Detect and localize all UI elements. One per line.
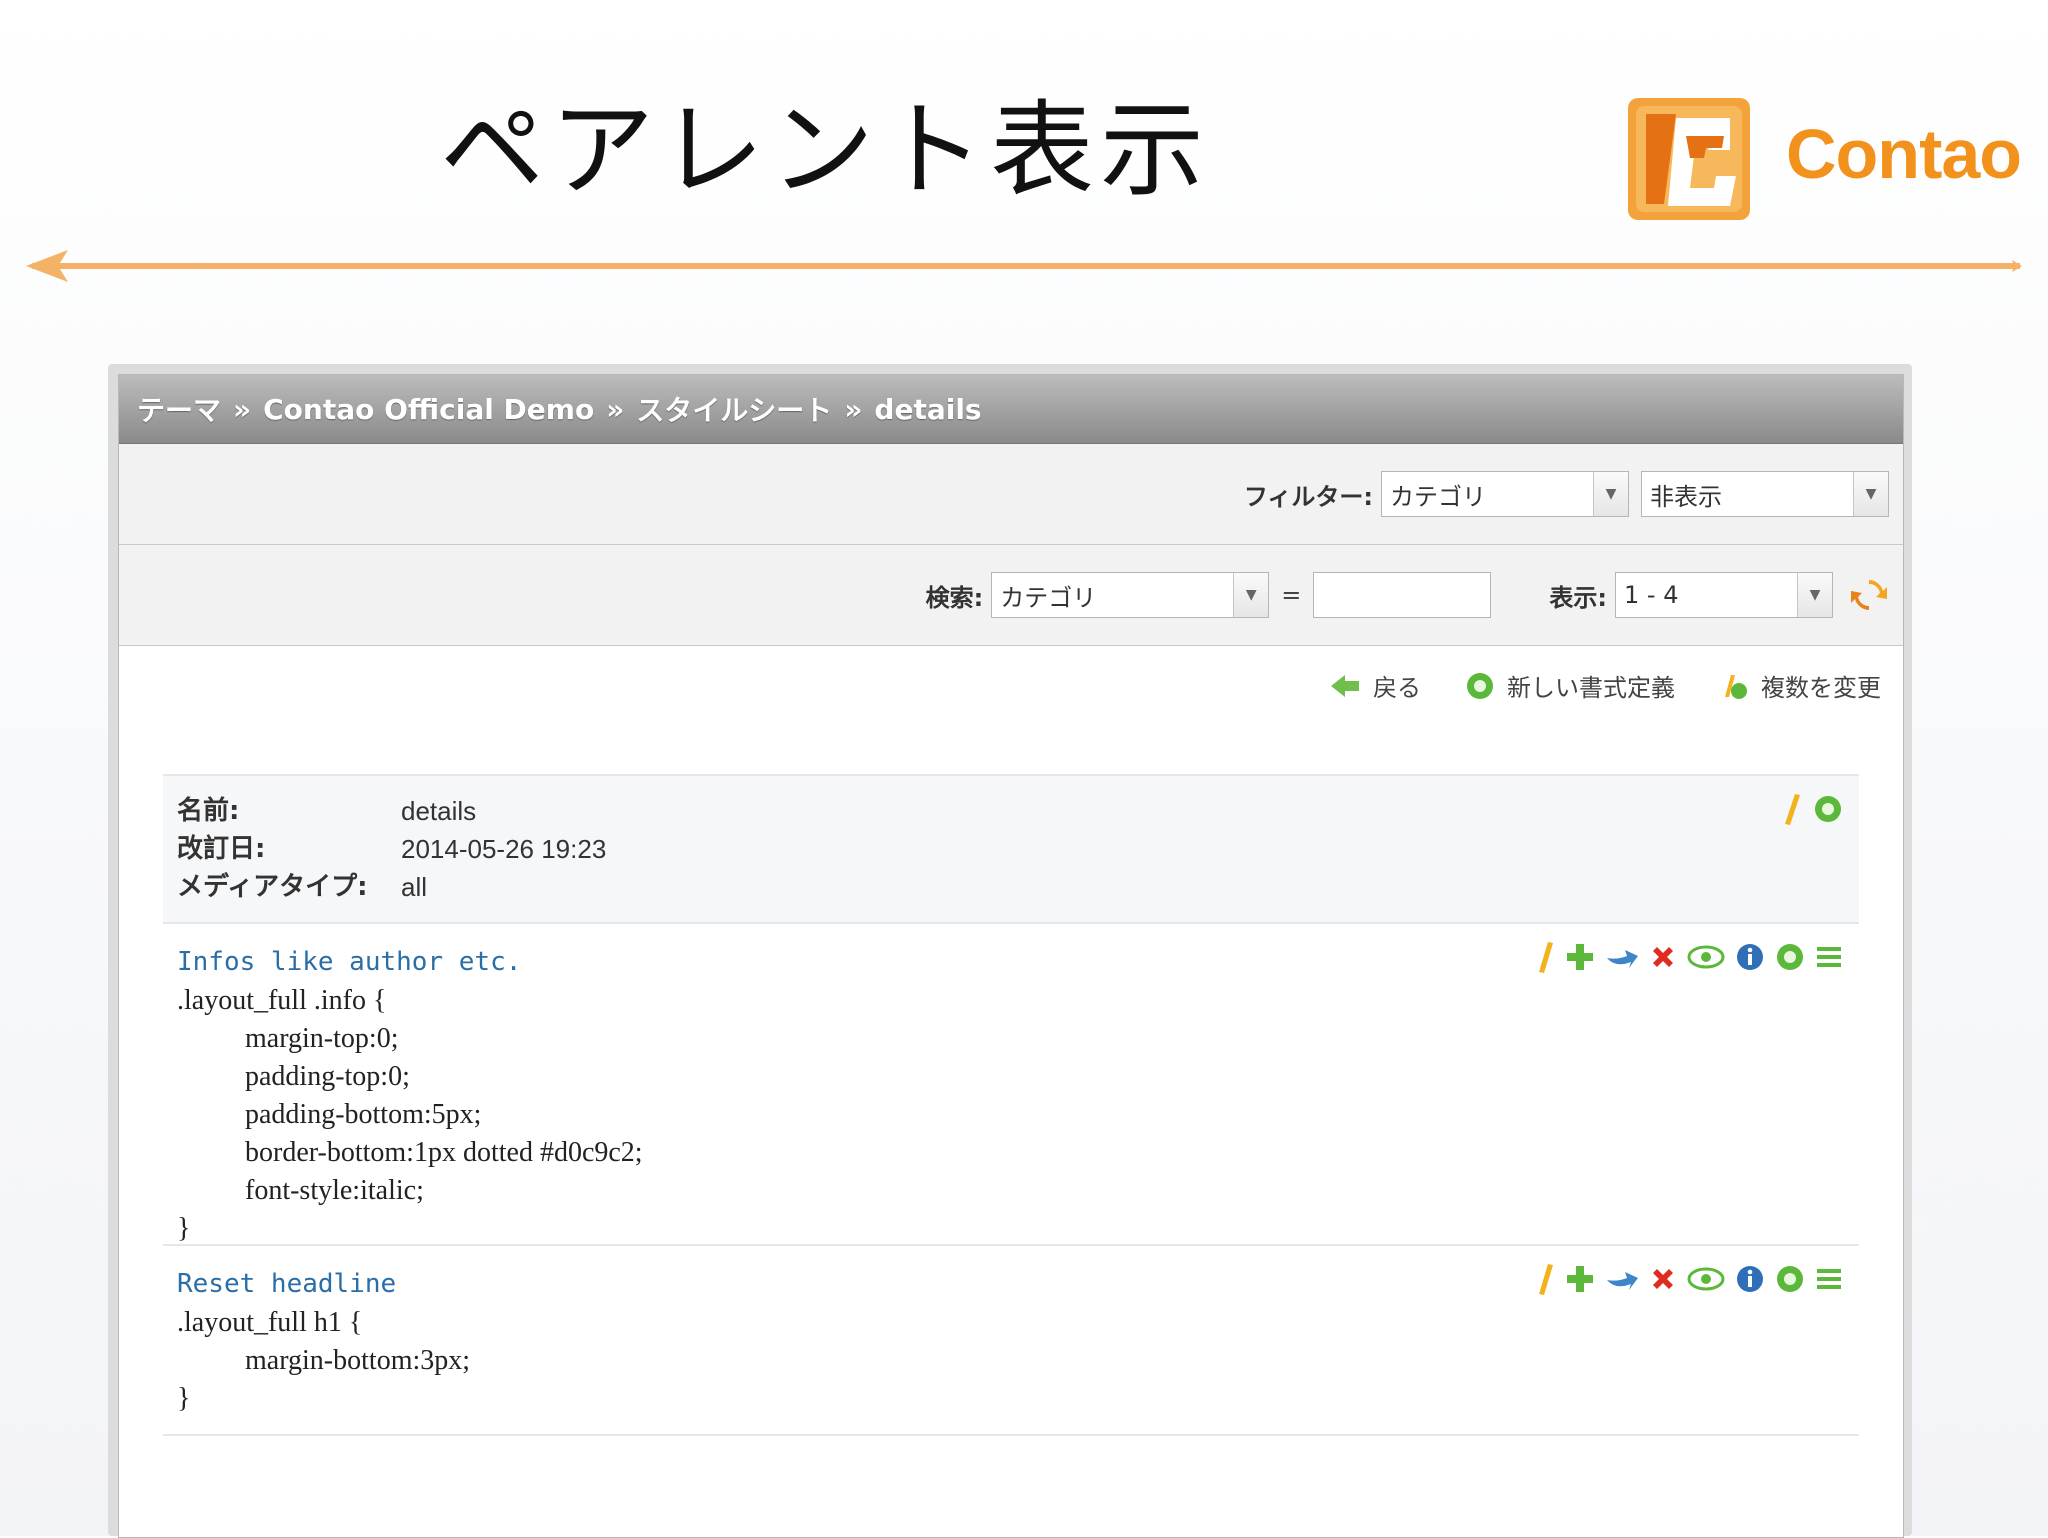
back-label: 戻る xyxy=(1373,674,1421,702)
chevron-down-icon: ▼ xyxy=(1853,472,1888,516)
breadcrumb: テーマ » Contao Official Demo » スタイルシート » d… xyxy=(119,375,1903,444)
drag-handle-icon[interactable] xyxy=(1815,943,1843,971)
filter-label: フィルター: xyxy=(1243,482,1373,511)
filter-visibility-value: 非表示 xyxy=(1650,482,1722,511)
name-label: 名前: xyxy=(177,796,240,826)
paste-icon[interactable] xyxy=(1813,794,1843,824)
style-operations xyxy=(1525,1262,1843,1296)
cut-arrow-icon[interactable] xyxy=(1605,944,1639,970)
delete-x-icon[interactable] xyxy=(1649,943,1677,971)
edit-multiple-label: 複数を変更 xyxy=(1761,674,1881,702)
panel-inner: テーマ » Contao Official Demo » スタイルシート » d… xyxy=(118,374,1904,1538)
limit-select[interactable]: 1 - 4 ▼ xyxy=(1615,572,1833,618)
media-value: all xyxy=(401,872,428,902)
search-row: 検索: カテゴリ ▼ = 表示: 1 - 4 ▼ xyxy=(119,545,1903,646)
filter-row: フィルター: カテゴリ ▼ 非表示 ▼ xyxy=(119,444,1903,545)
css-property: border-bottom:1px dotted #d0c9c2; xyxy=(245,1137,643,1168)
breadcrumb-separator: » xyxy=(606,392,625,426)
drag-handle-icon[interactable] xyxy=(1815,1265,1843,1293)
name-value: details xyxy=(401,796,477,826)
css-property: padding-top:0; xyxy=(245,1061,410,1092)
edit-multiple-icon xyxy=(1725,674,1747,699)
new-format-label: 新しい書式定義 xyxy=(1507,674,1675,702)
modified-value: 2014-05-26 19:23 xyxy=(401,834,607,864)
paste-icon[interactable] xyxy=(1775,942,1805,972)
meta-row-name: 名前: details xyxy=(177,792,1845,830)
filter-category-value: カテゴリ xyxy=(1390,482,1486,511)
search-field-select[interactable]: カテゴリ ▼ xyxy=(991,572,1270,618)
equals-sign: = xyxy=(1281,581,1302,609)
css-selector: .layout_full h1 { xyxy=(177,1307,363,1338)
filter-visibility-select[interactable]: 非表示 ▼ xyxy=(1641,471,1889,517)
filter-category-select[interactable]: カテゴリ ▼ xyxy=(1381,471,1629,517)
reload-icon[interactable] xyxy=(1849,575,1889,615)
breadcrumb-separator: » xyxy=(844,392,863,426)
breadcrumb-item-theme[interactable]: テーマ xyxy=(137,389,221,429)
style-definition: Reset headline .layout_full h1 { margin-… xyxy=(163,1244,1859,1434)
search-input[interactable] xyxy=(1313,572,1492,618)
chevron-down-icon: ▼ xyxy=(1797,573,1832,617)
css-property: font-style:italic; xyxy=(245,1175,424,1206)
header-icons xyxy=(1771,792,1843,826)
chevron-down-icon: ▼ xyxy=(1233,573,1269,617)
breadcrumb-item-stylesheet[interactable]: スタイルシート xyxy=(636,389,832,429)
breadcrumb-item-details: details xyxy=(874,392,982,426)
double-arrow-line xyxy=(26,250,2022,282)
info-icon[interactable] xyxy=(1735,1264,1765,1294)
eye-icon[interactable] xyxy=(1687,1266,1725,1292)
limit-value: 1 - 4 xyxy=(1624,581,1679,609)
global-actions: 戻る 新しい書式定義 複数を変更 xyxy=(119,646,1903,774)
css-close: } xyxy=(177,1383,191,1414)
plus-icon[interactable] xyxy=(1565,942,1595,972)
meta-row-media: メディアタイプ: all xyxy=(177,868,1845,906)
css-property: margin-bottom:3px; xyxy=(245,1345,471,1376)
backend-panel: テーマ » Contao Official Demo » スタイルシート » d… xyxy=(108,364,1912,1538)
search-field-value: カテゴリ xyxy=(1000,583,1097,612)
contao-logo-icon xyxy=(1628,98,1750,220)
paste-icon[interactable] xyxy=(1775,1264,1805,1294)
new-format-button[interactable]: 新しい書式定義 xyxy=(1465,668,1675,703)
breadcrumb-separator: » xyxy=(233,392,252,426)
css-close: } xyxy=(177,1213,191,1244)
style-definition: Infos like author etc. .layout_full .inf… xyxy=(163,922,1859,1244)
logo-text: Contao xyxy=(1786,115,2022,193)
pencil-icon[interactable] xyxy=(1535,940,1555,974)
search-label: 検索: xyxy=(925,583,984,612)
css-selector: .layout_full .info { xyxy=(177,985,387,1016)
meta-row-modified: 改訂日: 2014-05-26 19:23 xyxy=(177,830,1845,868)
next-row-border xyxy=(163,1434,1859,1468)
back-button[interactable]: 戻る xyxy=(1329,668,1421,703)
css-property: margin-top:0; xyxy=(245,1023,399,1054)
show-label: 表示: xyxy=(1549,583,1607,612)
style-operations xyxy=(1525,940,1843,974)
breadcrumb-item-demo[interactable]: Contao Official Demo xyxy=(263,393,594,426)
stylesheet-header: 名前: details 改訂日: 2014-05-26 19:23 メディアタイ… xyxy=(163,774,1859,922)
css-property: padding-bottom:5px; xyxy=(245,1099,482,1130)
slide-title: ペアレント表示 xyxy=(440,89,1211,211)
delete-x-icon[interactable] xyxy=(1649,1265,1677,1293)
media-label: メディアタイプ: xyxy=(177,872,368,902)
eye-icon[interactable] xyxy=(1687,944,1725,970)
back-arrow-icon xyxy=(1331,674,1359,697)
pencil-icon[interactable] xyxy=(1535,1262,1555,1296)
pencil-icon[interactable] xyxy=(1781,792,1803,826)
plus-icon[interactable] xyxy=(1565,1264,1595,1294)
contao-logo: Contao xyxy=(1612,80,2022,230)
modified-label: 改訂日: xyxy=(177,834,266,864)
chevron-down-icon: ▼ xyxy=(1593,472,1628,516)
edit-multiple-button[interactable]: 複数を変更 xyxy=(1719,668,1881,703)
new-circle-icon xyxy=(1467,672,1493,699)
info-icon[interactable] xyxy=(1735,942,1765,972)
cut-arrow-icon[interactable] xyxy=(1605,1266,1639,1292)
